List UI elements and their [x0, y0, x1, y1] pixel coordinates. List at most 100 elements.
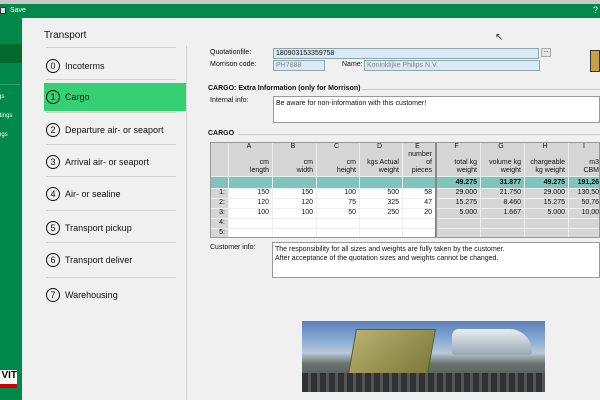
browse-button[interactable]: ...	[541, 48, 551, 57]
column-label: total kg	[454, 159, 477, 166]
grid-cell: 21.750	[481, 189, 525, 199]
column-header[interactable]: Ccm height	[317, 143, 360, 177]
sidebar-item[interactable]: ttings	[0, 113, 12, 119]
grid-cell[interactable]: 75	[317, 199, 360, 209]
grid-cell[interactable]	[360, 229, 403, 237]
grid-cell[interactable]: 100	[273, 209, 317, 219]
nav-item-arrival-air-or-seaport[interactable]: 3 Arrival air- or seaport	[44, 148, 186, 176]
grid-cell: 130,50	[569, 189, 599, 199]
grid-cell[interactable]: 50	[317, 209, 360, 219]
cell-value: 500	[387, 189, 399, 196]
cargo-grid[interactable]: Acm length Bcm width Ccm height Dkgs Actual wei…	[210, 142, 600, 238]
nav-item-cargo[interactable]: 1 Cargo	[44, 83, 186, 111]
name-input[interactable]: Koninklijke Philips N.V.	[364, 60, 540, 71]
column-header[interactable]: Im3 CBM	[569, 143, 599, 177]
grid-cell[interactable]	[360, 219, 403, 229]
grid-cell[interactable]: 250	[360, 209, 403, 219]
column-label: cm	[346, 159, 356, 166]
customer-info-line: After acceptance of the quotation sizes …	[275, 255, 499, 262]
sidebar-divider	[0, 84, 20, 85]
morrison-code-input[interactable]: PH7888	[273, 60, 325, 71]
nav-item-departure-air-or-seaport[interactable]: 2 Departure air- or seaport	[44, 116, 186, 144]
nav-item-air-or-sealine[interactable]: 4 Air- or sealine	[44, 180, 186, 208]
step-number-icon: 2	[46, 123, 60, 137]
cell-value: 325	[387, 199, 399, 206]
step-number-icon: 3	[46, 155, 60, 169]
column-label: length	[249, 167, 269, 174]
row-header: 4:	[211, 219, 229, 229]
total-value: 49.275	[543, 179, 565, 186]
grid-cell[interactable]	[403, 229, 436, 237]
save-icon[interactable]	[0, 7, 6, 14]
extra-info-title: CARGO: Extra Information (only for Morri…	[208, 85, 361, 92]
column-letter: H	[542, 143, 548, 150]
grid-cell[interactable]: 150	[273, 189, 317, 199]
cell-value: 120	[301, 199, 313, 206]
column-header[interactable]: Acm length	[229, 143, 273, 177]
column-label: cm	[259, 159, 269, 166]
grid-cell[interactable]	[273, 219, 317, 229]
step-number-icon: 1	[46, 90, 60, 104]
company-logo: VIT	[0, 370, 17, 388]
nav-title: Transport	[44, 30, 87, 41]
grid-cell[interactable]: 500	[360, 189, 403, 199]
grid-cell[interactable]: 47	[403, 199, 436, 209]
column-header[interactable]: Dkgs Actual weight	[360, 143, 403, 177]
grid-cell[interactable]	[229, 229, 273, 237]
grid-cell[interactable]: 58	[403, 189, 436, 199]
nav-item-transport-pickup[interactable]: 5 Transport pickup	[44, 214, 186, 242]
help-button[interactable]: ?	[593, 5, 598, 15]
divider	[46, 144, 176, 145]
grid-cell[interactable]	[229, 219, 273, 229]
grid-cell: 29.000	[525, 189, 569, 199]
column-header[interactable]: Bcm width	[273, 143, 317, 177]
nav-item-label: Transport pickup	[65, 223, 132, 233]
nav-item-transport-deliver[interactable]: 6 Transport deliver	[44, 246, 186, 274]
quotation-input[interactable]: 180903153359758	[273, 48, 539, 59]
cell-value: 50,76	[581, 199, 599, 206]
grid-cell[interactable]: 120	[229, 199, 273, 209]
cell-value: 29.000	[455, 189, 477, 196]
grid-cell[interactable]: 100	[229, 209, 273, 219]
nav-item-incoterms[interactable]: 0 Incoterms	[44, 52, 186, 80]
column-letter: A	[246, 143, 252, 150]
totals-cell	[317, 177, 360, 189]
grid-cell	[481, 219, 525, 229]
totals-cell	[229, 177, 273, 189]
grid-cell[interactable]: 20	[403, 209, 436, 219]
internal-info-label: Internal info:	[210, 97, 249, 104]
toolbar: Save ?	[0, 4, 600, 18]
grid-cell[interactable]	[403, 219, 436, 229]
step-number-icon: 0	[46, 59, 60, 73]
column-header[interactable]: Ftotal kg weight	[436, 143, 481, 177]
row-number: 3:	[219, 209, 225, 216]
cell-value: 1.667	[503, 209, 521, 216]
sidebar-item[interactable]: gs	[0, 94, 4, 100]
sidebar: gs ttings ngs	[0, 18, 22, 400]
column-label: m3	[589, 159, 599, 166]
save-button[interactable]: Save	[10, 7, 26, 14]
customer-info-textarea[interactable]: The responsibility for all sizes and wei…	[272, 242, 600, 278]
cell-value: 8.460	[503, 199, 521, 206]
column-header[interactable]: Gvolume kg weight	[481, 143, 525, 177]
internal-info-textarea[interactable]: Be aware for non-information with this c…	[273, 96, 600, 123]
grid-cell[interactable]	[317, 219, 360, 229]
nav-item-warehousing[interactable]: 7 Warehousing	[44, 281, 186, 309]
nav-item-label: Incoterms	[65, 61, 105, 71]
grid-cell[interactable]: 150	[229, 189, 273, 199]
column-letter: B	[290, 143, 296, 150]
column-header[interactable]: Hchargeable kg weight	[525, 143, 569, 177]
divider	[362, 89, 600, 90]
column-header[interactable]: Enumber of pieces	[403, 143, 436, 177]
grid-cell: 1.667	[481, 209, 525, 219]
divider	[238, 134, 600, 135]
grid-cell[interactable]	[273, 229, 317, 237]
grid-cell[interactable]: 120	[273, 199, 317, 209]
nav-item-label: Arrival air- or seaport	[65, 157, 150, 167]
grid-cell[interactable]	[317, 229, 360, 237]
column-label: height	[336, 167, 356, 174]
grid-cell[interactable]: 100	[317, 189, 360, 199]
sidebar-item[interactable]: ngs	[0, 132, 8, 138]
grid-cell[interactable]: 325	[360, 199, 403, 209]
sidebar-item-selected[interactable]	[0, 44, 22, 63]
